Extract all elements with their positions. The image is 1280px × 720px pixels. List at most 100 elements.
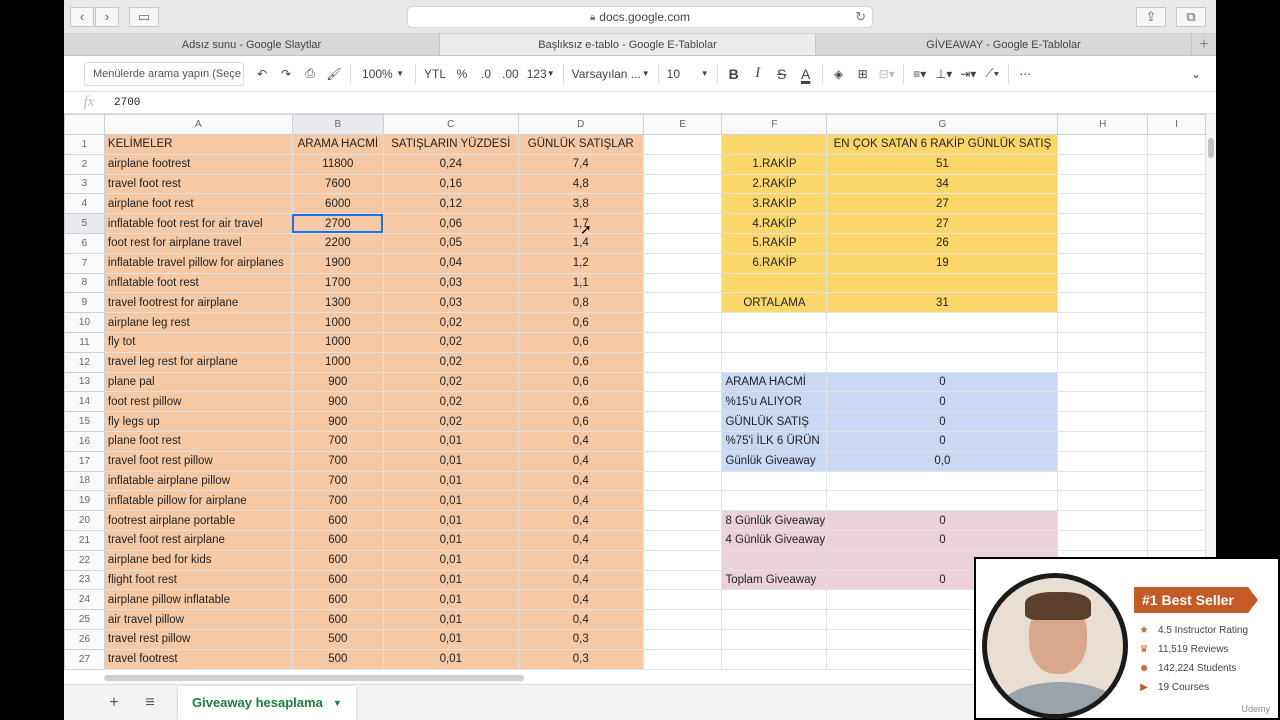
cell-keyword[interactable]: fly tot — [103, 331, 293, 353]
cell-empty[interactable] — [1147, 510, 1206, 531]
cell-empty[interactable] — [642, 628, 723, 650]
cell-sales-percent[interactable]: 0,12 — [382, 193, 519, 215]
column-header[interactable]: G — [826, 114, 1059, 135]
column-header[interactable]: E — [642, 114, 723, 135]
cell-daily-sales[interactable]: 0,6 — [517, 411, 644, 432]
cell-value[interactable]: 34 — [826, 173, 1059, 195]
cell-label[interactable]: 1.RAKİP — [721, 153, 828, 175]
cell-empty[interactable] — [642, 589, 723, 611]
cell-empty[interactable] — [1147, 470, 1206, 492]
more-icon[interactable]: ⋯ — [1013, 62, 1037, 86]
all-sheets-icon[interactable]: ≡ — [136, 689, 164, 717]
cell-empty[interactable] — [1057, 213, 1149, 234]
cell-label[interactable] — [721, 470, 828, 492]
cell-value[interactable] — [826, 470, 1059, 492]
cell-keyword[interactable]: travel footrest — [103, 648, 293, 670]
row-header[interactable]: 9 — [64, 292, 105, 314]
cell-sales-percent[interactable]: 0,04 — [382, 252, 519, 274]
cell-keyword[interactable]: airplane leg rest — [103, 312, 293, 333]
cell-empty[interactable] — [1057, 510, 1149, 531]
cell-empty[interactable] — [1147, 430, 1206, 452]
cell-keyword[interactable]: inflatable pillow for airplane — [103, 490, 293, 512]
cell-value[interactable]: 0 — [826, 411, 1059, 432]
cell-value[interactable]: 26 — [826, 232, 1059, 254]
cell-label[interactable]: GÜNLÜK SATIŞ — [721, 411, 828, 432]
paint-format-icon[interactable]: 🖌︎ — [322, 62, 346, 86]
cell-search-volume[interactable]: 600 — [291, 529, 384, 551]
cell-empty[interactable] — [1147, 331, 1206, 353]
cell-sales-percent[interactable]: 0,24 — [382, 153, 519, 175]
cell-search-volume[interactable]: 700 — [291, 470, 384, 492]
cell-empty[interactable] — [1057, 272, 1149, 294]
cell-keyword[interactable]: travel leg rest for airplane — [103, 351, 293, 373]
cell-empty[interactable] — [1057, 450, 1149, 472]
cell-empty[interactable] — [642, 609, 723, 630]
cell-sales-percent[interactable]: 0,01 — [382, 450, 519, 472]
cell-search-volume[interactable]: 1300 — [291, 292, 384, 314]
cell-label[interactable] — [721, 134, 828, 155]
column-header[interactable]: A — [103, 114, 293, 135]
cell-sales-percent[interactable]: 0,01 — [382, 648, 519, 670]
row-header[interactable]: 21 — [64, 529, 105, 551]
cell-search-volume[interactable]: 900 — [291, 371, 384, 393]
cell-empty[interactable] — [1147, 252, 1206, 274]
cell-sales-percent[interactable]: 0,01 — [382, 549, 519, 571]
row-header[interactable]: 26 — [64, 628, 105, 650]
back-icon[interactable]: ‹ — [70, 6, 94, 27]
add-sheet-icon[interactable]: + — [100, 689, 128, 717]
cell-label[interactable] — [721, 609, 828, 630]
cell-empty[interactable] — [642, 529, 723, 551]
cell-sales-percent[interactable]: 0,02 — [382, 391, 519, 413]
row-header[interactable]: 5 — [64, 213, 105, 234]
cell-keyword[interactable]: airplane foot rest — [103, 193, 293, 215]
cell-sales-percent[interactable]: 0,01 — [382, 609, 519, 630]
cell-daily-sales[interactable]: 3,8 — [517, 193, 644, 215]
cell-daily-sales[interactable]: 0,4 — [517, 569, 644, 591]
column-header[interactable]: D — [517, 114, 644, 135]
cell-search-volume[interactable]: 700 — [291, 450, 384, 472]
cell-empty[interactable] — [642, 153, 723, 175]
forward-icon[interactable]: › — [95, 6, 119, 27]
italic-button[interactable]: I — [746, 62, 770, 86]
cell-label[interactable]: 8 Günlük Giveaway — [721, 510, 828, 531]
cell-search-volume[interactable]: 600 — [291, 569, 384, 591]
cell-search-volume[interactable]: 600 — [291, 510, 384, 531]
row-header[interactable]: 11 — [64, 331, 105, 353]
row-header[interactable]: 8 — [64, 272, 105, 294]
cell-sales-percent[interactable]: 0,06 — [382, 213, 519, 234]
cell-value[interactable] — [826, 490, 1059, 512]
row-header[interactable]: 22 — [64, 549, 105, 571]
cell-keyword[interactable]: plane pal — [103, 371, 293, 393]
cell-daily-sales[interactable]: 0,4 — [517, 589, 644, 611]
cell-empty[interactable] — [642, 134, 723, 155]
cell-label[interactable] — [721, 331, 828, 353]
cell-empty[interactable] — [1147, 153, 1206, 175]
row-header[interactable]: 18 — [64, 470, 105, 492]
fill-color-icon[interactable]: ◈ — [827, 62, 851, 86]
cell-value[interactable]: 0,0 — [826, 450, 1059, 472]
cell-sales-percent[interactable]: 0,01 — [382, 470, 519, 492]
cell-value[interactable]: 27 — [826, 193, 1059, 215]
cell-keyword[interactable]: foot rest pillow — [103, 391, 293, 413]
cell-daily-sales[interactable]: 0,4 — [517, 450, 644, 472]
cell-daily-sales[interactable]: 0,6 — [517, 371, 644, 393]
cell-value[interactable]: 0 — [826, 371, 1059, 393]
column-header[interactable]: B — [291, 114, 384, 135]
cell-search-volume[interactable]: 7600 — [291, 173, 384, 195]
cell-empty[interactable] — [1057, 232, 1149, 254]
sidebar-icon[interactable]: ▭ — [129, 6, 159, 27]
row-header[interactable]: 23 — [64, 569, 105, 591]
cell-value[interactable] — [826, 272, 1059, 294]
cell-empty[interactable] — [1147, 134, 1206, 155]
cell-empty[interactable] — [1057, 173, 1149, 195]
row-header[interactable]: 6 — [64, 232, 105, 254]
browser-tab-slides[interactable]: Adsız sunu - Google Slaytlar — [64, 34, 440, 55]
cell-empty[interactable] — [1147, 529, 1206, 551]
cell-search-volume[interactable]: ARAMA HACMİ — [291, 134, 384, 155]
cell-empty[interactable] — [1057, 134, 1149, 155]
cell-search-volume[interactable]: 11800 — [291, 153, 384, 175]
cell-value[interactable]: 27 — [826, 213, 1059, 234]
cell-keyword[interactable]: airplane pillow inflatable — [103, 589, 293, 611]
cell-empty[interactable] — [1057, 470, 1149, 492]
cell-sales-percent[interactable]: 0,03 — [382, 292, 519, 314]
